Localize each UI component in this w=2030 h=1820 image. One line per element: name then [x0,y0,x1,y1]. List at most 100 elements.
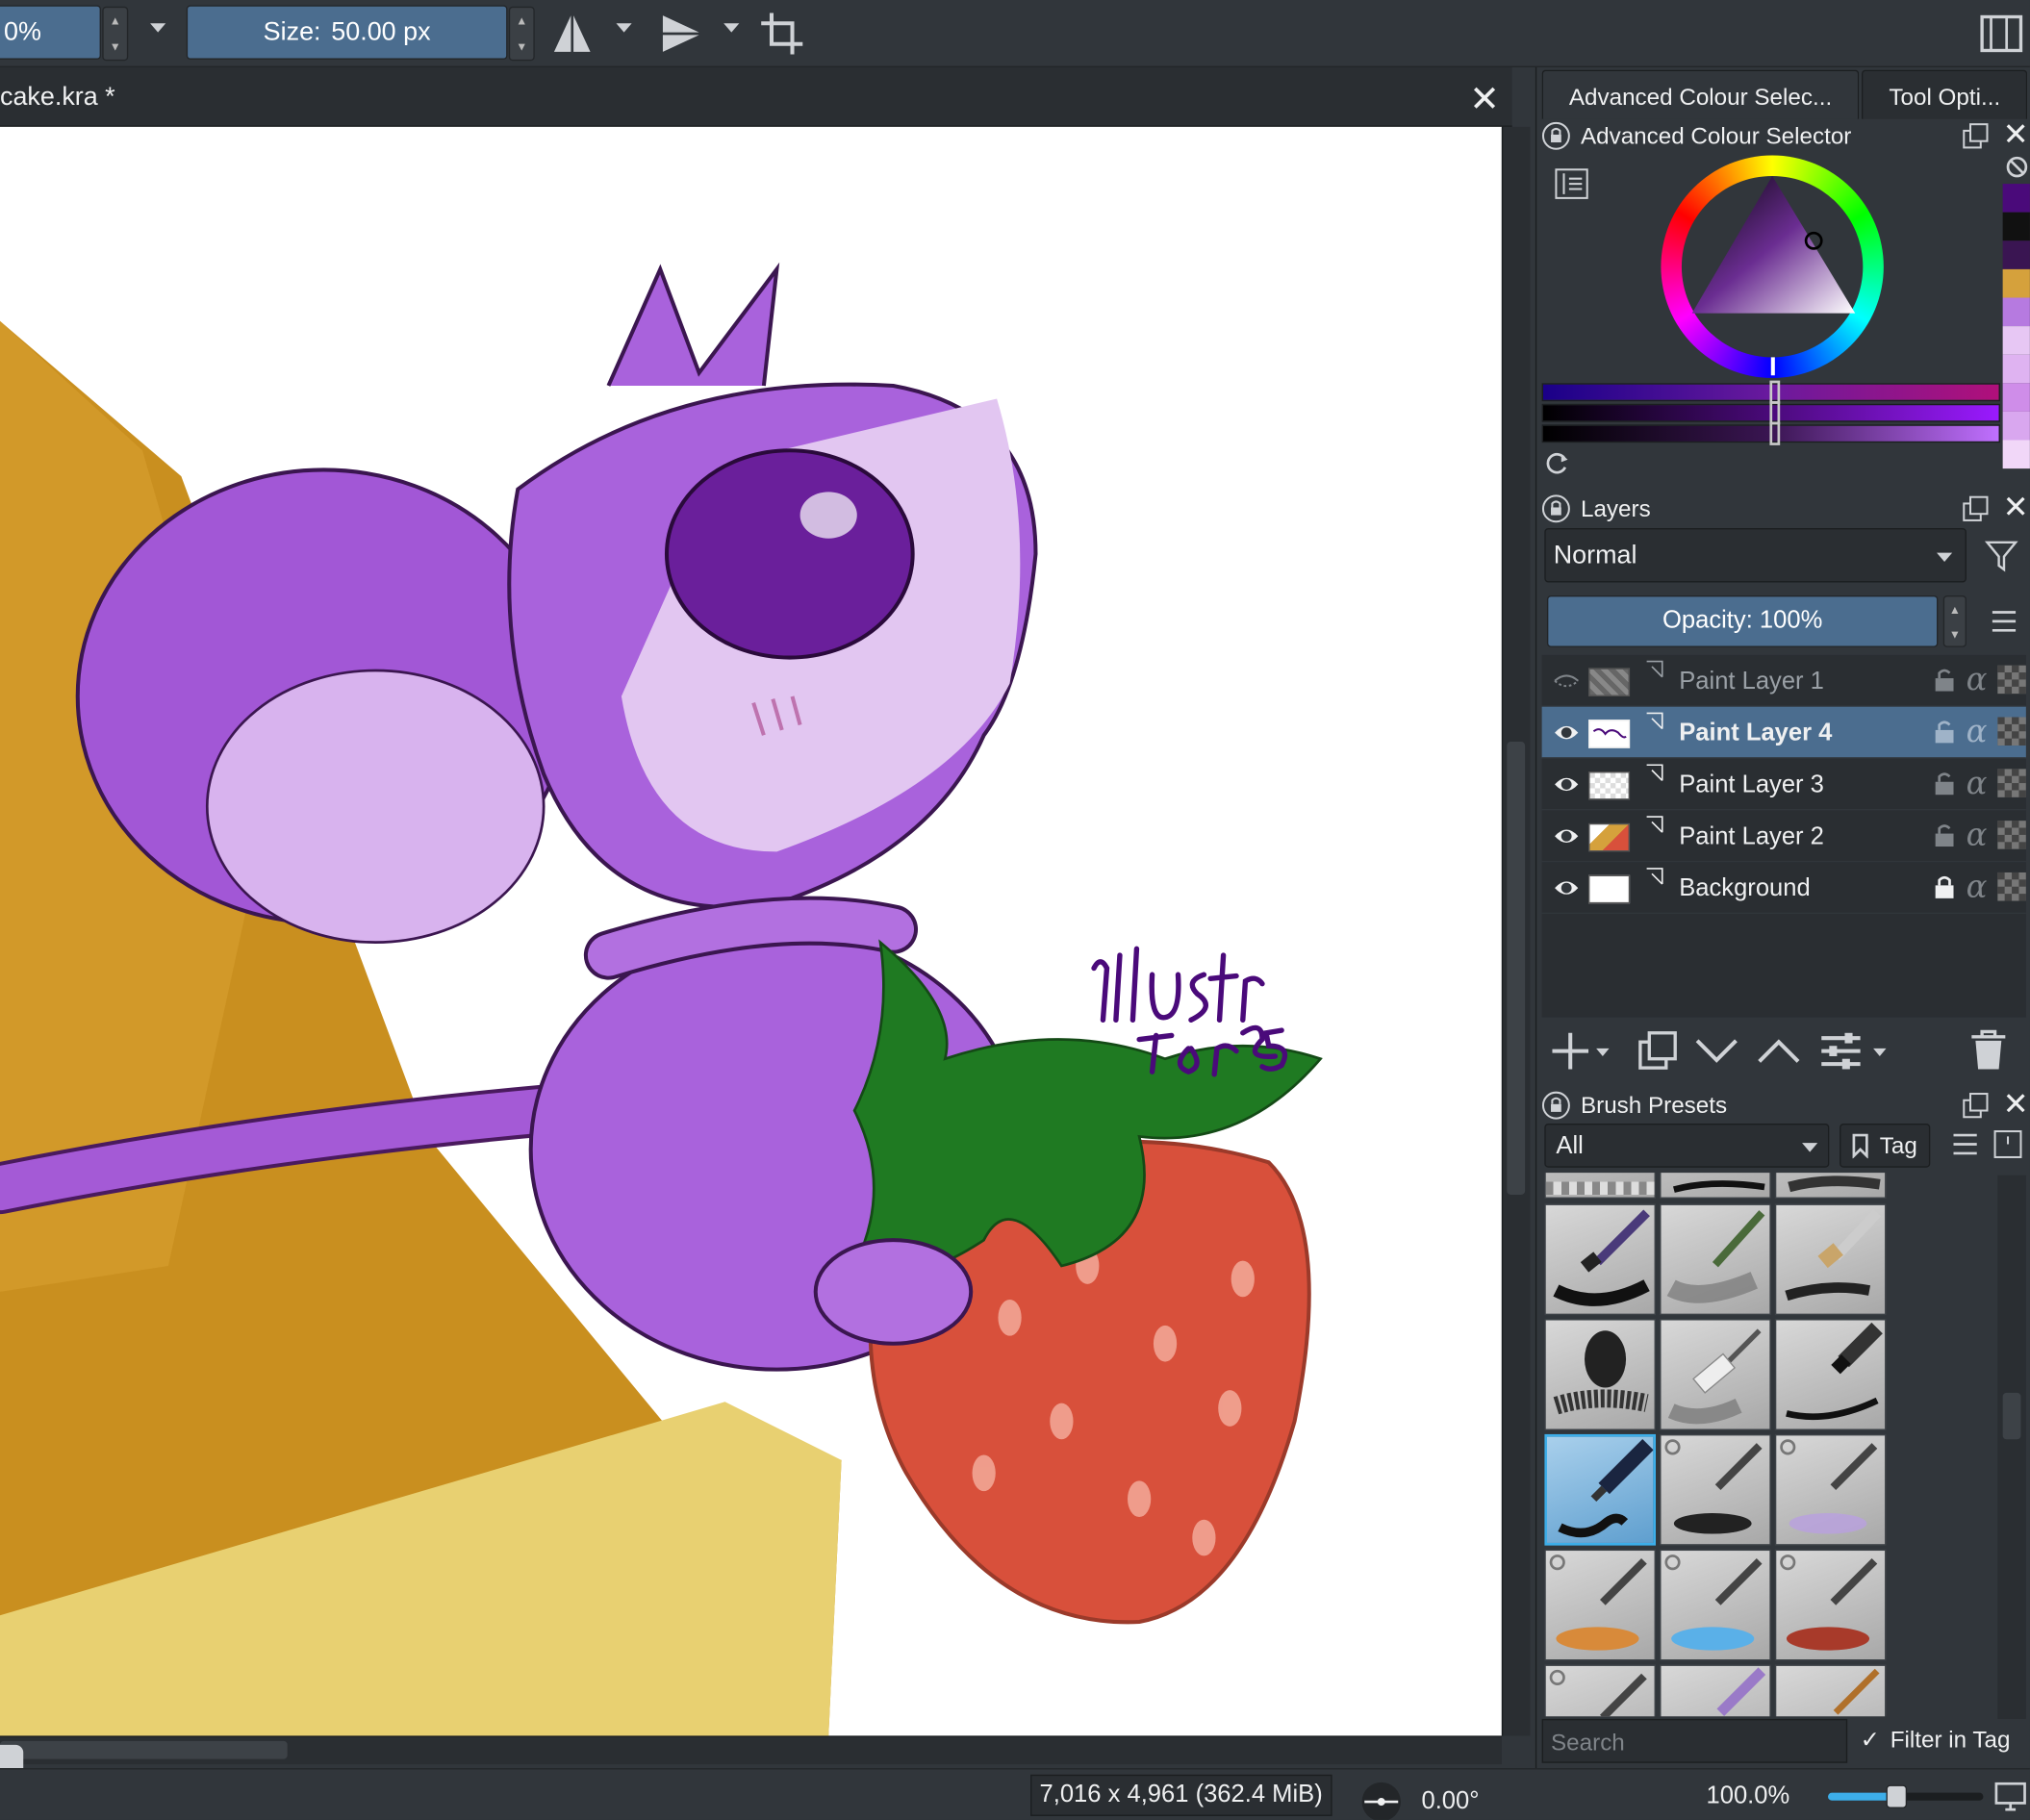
visibility-icon[interactable] [1552,771,1581,797]
chevron-down-icon[interactable] [616,23,632,33]
rotation-control[interactable]: 0.00° [1359,1780,1479,1820]
alpha-lock-icon[interactable]: α [1967,664,1988,695]
scrollbar-thumb[interactable] [1507,742,1526,1195]
image-dimensions[interactable]: 7,016 x 4,961 (362.4 MiB) [1030,1774,1332,1816]
brush-preset[interactable] [1660,1664,1771,1717]
zoom-value[interactable]: 100.0% [1707,1782,1790,1811]
chevron-down-icon[interactable] [150,23,166,33]
close-icon[interactable]: ✕ [2003,493,2029,523]
swatch[interactable] [2002,411,2030,441]
layer-properties-icon[interactable] [1819,1030,1891,1072]
swatch[interactable] [2002,383,2030,412]
brush-tag-filter-select[interactable]: All [1544,1123,1830,1168]
swatch[interactable] [2002,268,2030,298]
swatch[interactable] [2002,297,2030,327]
lock-icon[interactable] [1541,494,1571,523]
add-layer-icon[interactable] [1552,1030,1610,1072]
swatch[interactable] [2002,326,2030,355]
float-icon[interactable] [1962,494,1991,523]
workspace-icon[interactable] [1978,11,2024,57]
brush-grid-scrollbar[interactable] [1997,1175,2026,1719]
visibility-icon[interactable] [1552,823,1581,849]
refresh-icon[interactable] [1544,450,1570,476]
brush-preset[interactable] [1774,1433,1887,1546]
lock-icon[interactable] [1933,873,1956,899]
alpha-lock-icon[interactable]: α [1967,716,1988,746]
lock-icon[interactable] [1541,1091,1571,1120]
tag-button[interactable]: Tag [1840,1123,1931,1168]
brush-preset[interactable] [1544,1203,1657,1316]
opacity-stepper[interactable]: ▲ ▼ [102,6,129,62]
move-layer-down-icon[interactable] [1694,1035,1738,1066]
move-layer-up-icon[interactable] [1757,1035,1801,1066]
brush-search-input[interactable]: Search [1541,1718,1848,1763]
lock-icon[interactable] [1541,121,1571,150]
blend-mode-select[interactable]: Normal [1544,528,1967,583]
brush-preset[interactable] [1544,1664,1657,1717]
filter-icon[interactable] [1984,539,2018,575]
hue-slider[interactable] [1541,380,2000,404]
canvas[interactable] [0,126,1502,1736]
brush-preset[interactable] [1774,1319,1887,1430]
float-icon[interactable] [1962,1091,1991,1120]
layer-row[interactable]: Paint Layer 4 α [1541,706,2026,759]
brush-size-spinbox[interactable]: Size: 50.00 px ▲ ▼ [186,5,535,62]
menu-icon[interactable] [1990,608,2018,634]
delete-layer-icon[interactable] [1969,1027,2008,1072]
canvas-vertical-scrollbar[interactable] [1501,126,1531,1736]
hue-ring[interactable] [1661,155,1884,378]
swatch[interactable] [2002,240,2030,269]
layer-opacity-slider[interactable]: Opacity: 100% [1546,594,1939,647]
mirror-vertical-icon[interactable] [658,11,704,57]
saturation-slider[interactable] [1541,401,2000,425]
brush-preset[interactable] [1544,1549,1657,1661]
brush-preset[interactable] [1660,1319,1771,1430]
brush-preset[interactable] [1774,1173,1887,1200]
brush-storage-icon[interactable] [1992,1128,2023,1159]
float-icon[interactable] [1962,121,1991,150]
close-icon[interactable]: ✕ [1469,78,1500,120]
crop-icon[interactable] [759,11,805,57]
brush-preset[interactable] [1660,1173,1771,1200]
opacity-stepper[interactable]: ▲ ▼ [1942,594,1967,647]
filter-in-tag-checkbox[interactable]: ✓ Filter in Tag [1861,1727,2011,1754]
brush-preset[interactable] [1660,1549,1771,1661]
display-icon[interactable] [1993,1780,2027,1813]
brush-preset[interactable] [1774,1203,1887,1316]
inherit-alpha-icon[interactable] [1997,821,2026,849]
inherit-alpha-icon[interactable] [1997,717,2026,746]
chevron-down-icon[interactable] [723,23,740,33]
layer-row[interactable]: Paint Layer 3 α [1541,759,2026,811]
alpha-lock-icon[interactable]: α [1967,872,1988,902]
layer-row[interactable]: Paint Layer 2 α [1541,810,2026,863]
value-slider[interactable] [1541,421,2000,445]
unlock-icon[interactable] [1933,719,1956,745]
unlock-icon[interactable] [1933,822,1956,847]
zoom-slider[interactable] [1827,1784,1984,1808]
brush-preset[interactable] [1774,1549,1887,1661]
zoom-slider-handle[interactable] [1886,1784,1908,1808]
brush-preset[interactable] [1544,1173,1657,1200]
visibility-icon[interactable] [1552,720,1581,746]
swatch[interactable] [2002,440,2030,469]
colour-triangle[interactable] [1661,155,1883,377]
visibility-icon[interactable] [1552,875,1581,901]
canvas-horizontal-scrollbar[interactable] [0,1735,1502,1765]
view-list-icon[interactable] [1951,1131,1980,1157]
inherit-alpha-icon[interactable] [1997,665,2026,695]
swatch[interactable] [2002,354,2030,384]
duplicate-layer-icon[interactable] [1637,1030,1679,1072]
size-stepper[interactable]: ▲ ▼ [508,6,535,62]
brush-preset[interactable] [1774,1664,1887,1717]
swatch[interactable] [2002,184,2030,213]
mirror-horizontal-icon[interactable] [549,11,596,57]
settings-list-icon[interactable] [1555,168,1588,199]
brush-preset[interactable] [1660,1203,1771,1316]
tab-tool-options[interactable]: Tool Opti... [1862,69,2028,119]
scrollbar-thumb[interactable] [2002,1392,2021,1440]
document-tab[interactable]: cake.kra * ✕ [0,66,1512,127]
inherit-alpha-icon[interactable] [1997,769,2026,797]
layer-row[interactable]: Background α [1541,862,2026,914]
tab-advanced-colour-selector[interactable]: Advanced Colour Selec... [1541,69,1860,119]
brush-preset-selected[interactable] [1544,1433,1657,1546]
